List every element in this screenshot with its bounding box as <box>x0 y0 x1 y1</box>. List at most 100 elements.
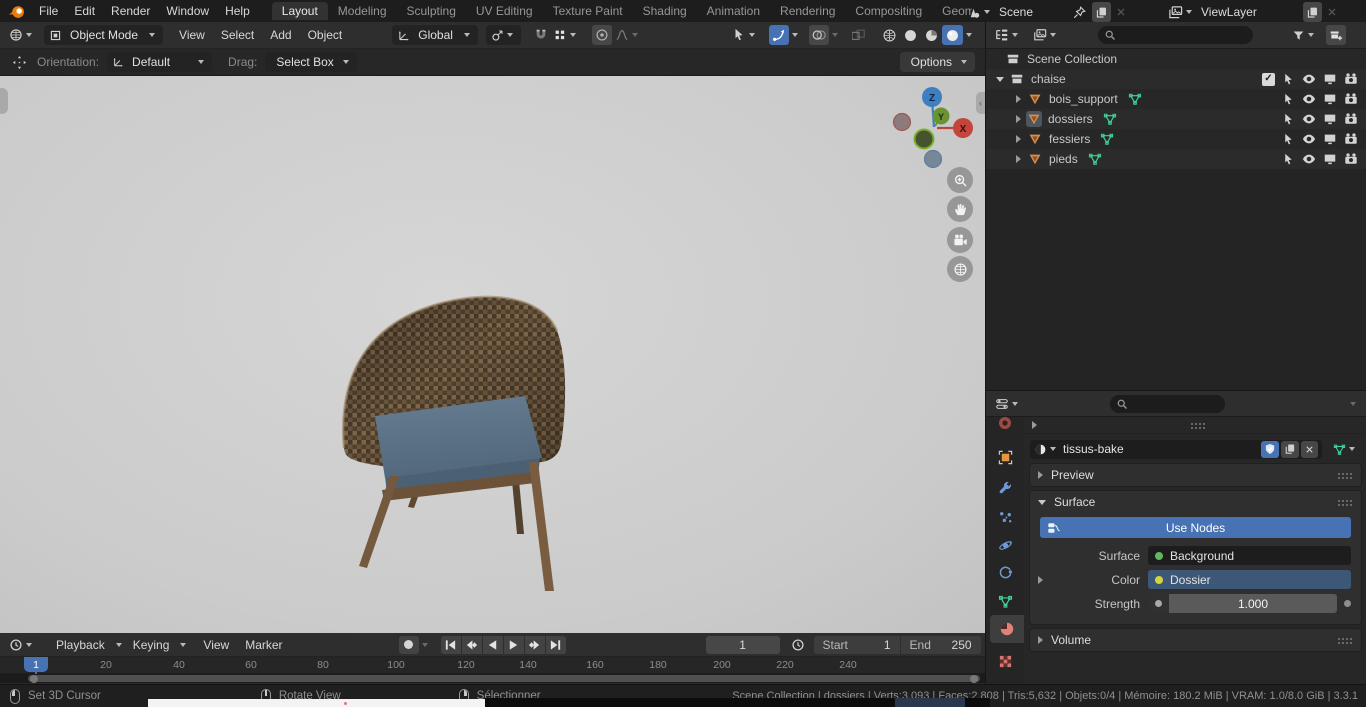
play-button[interactable] <box>504 636 524 654</box>
use-nodes-button[interactable]: Use Nodes <box>1040 517 1351 538</box>
drag-dropdown[interactable]: Select Box <box>265 52 356 72</box>
mode-dropdown[interactable]: Object Mode <box>44 25 163 45</box>
timeline-editor-type-button[interactable] <box>6 635 38 655</box>
tab-particles[interactable] <box>986 503 1024 531</box>
menu-edit[interactable]: Edit <box>66 0 103 22</box>
auto-keying-button[interactable] <box>399 636 419 654</box>
tab-constraints[interactable] <box>986 559 1024 587</box>
menu-add[interactable]: Add <box>262 24 299 46</box>
outliner-row-chaise[interactable]: chaise ✓ <box>986 69 1366 89</box>
toolbar-expand-tab[interactable] <box>0 88 8 114</box>
use-preview-range-button[interactable] <box>788 635 808 655</box>
menu-file[interactable]: File <box>31 0 66 22</box>
new-datablock-button[interactable] <box>1281 441 1299 458</box>
timeline-scrollbar[interactable] <box>0 674 985 683</box>
tab-physics[interactable] <box>986 531 1024 559</box>
scene-name[interactable]: Scene <box>993 5 1073 19</box>
volume-panel-header[interactable]: Volume <box>1030 629 1361 651</box>
menu-marker[interactable]: Marker <box>237 634 290 656</box>
new-collection-button[interactable] <box>1326 25 1346 45</box>
collection-checkbox[interactable]: ✓ <box>1262 73 1275 86</box>
disable-viewport-icon[interactable] <box>1323 72 1337 86</box>
disable-render-icon[interactable] <box>1344 132 1358 146</box>
panel-grip[interactable] <box>1337 472 1353 479</box>
expand-arrow-icon[interactable] <box>1016 135 1021 143</box>
show-overlays-toggle[interactable] <box>809 25 829 45</box>
shading-solid-button[interactable] <box>900 25 921 45</box>
move-tool-icon[interactable] <box>12 55 27 70</box>
hide-viewport-icon[interactable] <box>1302 112 1316 126</box>
selectable-icon[interactable] <box>1282 93 1295 106</box>
outliner-search[interactable] <box>1098 26 1253 44</box>
scrollbar-left-handle[interactable] <box>30 675 38 683</box>
selectability-visibility-dropdown[interactable] <box>729 25 761 45</box>
tab-texture-paint[interactable]: Texture Paint <box>543 2 633 20</box>
tab-material[interactable] <box>990 615 1024 643</box>
blender-logo-icon[interactable] <box>8 3 25 20</box>
strength-slider[interactable]: 1.000 <box>1148 594 1337 613</box>
color-expand-arrow-icon[interactable] <box>1038 576 1043 584</box>
menu-keying[interactable]: Keying <box>125 634 178 656</box>
disable-viewport-icon[interactable] <box>1323 152 1337 166</box>
outliner-display-mode-dropdown[interactable] <box>992 25 1024 45</box>
viewlayer-copy-button[interactable] <box>1303 2 1322 22</box>
outliner-row-bois-support[interactable]: bois_support <box>986 89 1366 109</box>
shading-rendered-button[interactable] <box>942 25 963 45</box>
pan-button[interactable] <box>947 196 973 222</box>
scrollbar-thumb[interactable] <box>28 675 980 682</box>
chair-model[interactable] <box>330 224 570 606</box>
outliner-row-pieds[interactable]: pieds <box>986 149 1366 169</box>
current-frame-marker[interactable]: 1 <box>24 657 48 672</box>
menu-window[interactable]: Window <box>158 0 217 22</box>
disable-viewport-icon[interactable] <box>1323 132 1337 146</box>
zoom-button[interactable] <box>947 167 973 193</box>
panel-grip[interactable] <box>1337 637 1353 644</box>
selectable-icon[interactable] <box>1282 113 1295 126</box>
current-frame-field[interactable]: 1 <box>706 636 780 654</box>
prev-keyframe-button[interactable] <box>462 636 482 654</box>
scene-browse-chevron-icon[interactable] <box>984 10 990 14</box>
properties-options-chevron-icon[interactable] <box>1350 402 1356 406</box>
next-keyframe-button[interactable] <box>525 636 545 654</box>
datablock-field[interactable]: tissus-bake <box>1030 440 1322 459</box>
navigation-gizmo[interactable]: Z Y X <box>885 82 980 177</box>
tab-object-data[interactable] <box>986 587 1024 615</box>
hide-viewport-icon[interactable] <box>1302 92 1316 106</box>
surface-panel-header[interactable]: Surface <box>1030 491 1361 513</box>
hide-viewport-icon[interactable] <box>1302 132 1316 146</box>
options-dropdown[interactable]: Options <box>900 52 975 72</box>
disable-render-icon[interactable] <box>1344 72 1358 86</box>
preview-panel-header[interactable]: Preview <box>1030 464 1361 486</box>
pivot-point-dropdown[interactable] <box>486 25 521 45</box>
tab-compositing[interactable]: Compositing <box>845 2 932 20</box>
menu-playback[interactable]: Playback <box>48 634 113 656</box>
disable-render-icon[interactable] <box>1344 92 1358 106</box>
color-value-field[interactable]: Dossier <box>1148 570 1351 589</box>
play-reverse-button[interactable] <box>483 636 503 654</box>
viewlayer-icon[interactable] <box>1168 5 1183 20</box>
hide-viewport-icon[interactable] <box>1302 152 1316 166</box>
outliner-filter-dropdown[interactable] <box>1289 25 1320 45</box>
end-frame-field[interactable]: End 250 <box>901 636 981 654</box>
tab-texture[interactable] <box>986 647 1024 675</box>
pin-icon[interactable] <box>1073 6 1086 19</box>
jump-to-start-button[interactable] <box>441 636 461 654</box>
snap-toggle[interactable] <box>531 25 551 45</box>
shading-material-button[interactable] <box>921 25 942 45</box>
tab-modeling[interactable]: Modeling <box>328 2 397 20</box>
selectable-icon[interactable] <box>1282 133 1295 146</box>
xray-toggle[interactable] <box>849 25 869 45</box>
unlink-datablock-button[interactable] <box>1301 441 1318 458</box>
disable-viewport-icon[interactable] <box>1323 92 1337 106</box>
link-mode-dropdown[interactable] <box>1330 439 1361 459</box>
gizmo-neg-x-ball[interactable] <box>894 114 911 131</box>
gizmo-neg-z-ball[interactable] <box>925 151 942 168</box>
tab-shading[interactable]: Shading <box>633 2 697 20</box>
surface-value-field[interactable]: Background <box>1148 546 1351 565</box>
fake-user-button[interactable] <box>1261 441 1279 458</box>
outliner-row-fessiers[interactable]: fessiers <box>986 129 1366 149</box>
proportional-falloff-dropdown[interactable] <box>612 25 644 45</box>
transform-orientation-dropdown[interactable]: Global <box>392 25 478 45</box>
tool-orientation-dropdown[interactable]: Default <box>107 52 212 72</box>
viewlayer-browse-chevron-icon[interactable] <box>1186 10 1192 14</box>
